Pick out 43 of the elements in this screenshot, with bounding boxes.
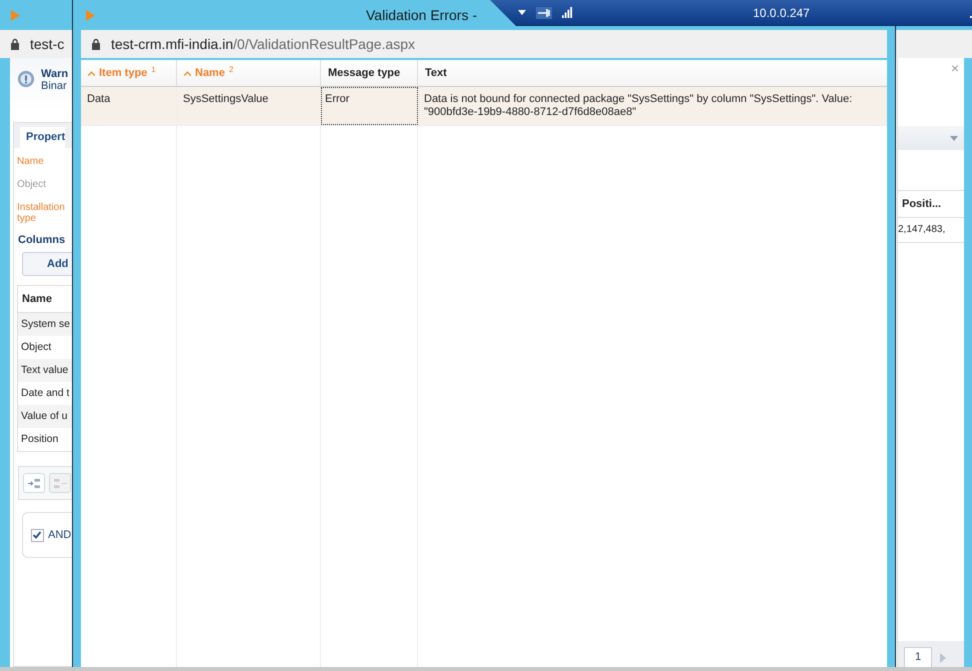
host-address: 10.0.0.247 bbox=[753, 6, 810, 20]
properties-tab[interactable]: Propert bbox=[20, 127, 66, 148]
play-icon bbox=[85, 8, 96, 22]
outdent-icon[interactable] bbox=[49, 473, 71, 493]
section-title: Columns bbox=[17, 233, 66, 246]
dropdown-icon[interactable] bbox=[950, 135, 958, 141]
table-cell-text: Data is not bound for connected package "SysSettings" by column "SysSettings". Value: "900bfd3e-19b9-4880-8712-d7f6d8e08ae8" bbox=[423, 92, 854, 120]
grid-cell-text: Object bbox=[20, 340, 52, 355]
indent-icon[interactable] bbox=[23, 473, 45, 493]
add-button[interactable]: Add bbox=[22, 252, 72, 276]
play-icon bbox=[10, 8, 21, 22]
checkbox-label: AND bbox=[48, 529, 72, 541]
next-page-icon[interactable] bbox=[940, 653, 946, 663]
pin-icon[interactable] bbox=[536, 6, 552, 18]
column-header[interactable]: Text bbox=[418, 60, 887, 86]
grid-cell: Value of u bbox=[18, 405, 72, 428]
grid-cell-text: Date and t bbox=[20, 386, 70, 401]
field-label: Name bbox=[16, 155, 45, 169]
field-label: Object bbox=[16, 178, 47, 192]
page-number-field[interactable]: 1 bbox=[904, 647, 932, 667]
grid-cell: System se bbox=[18, 313, 72, 336]
table-cell: SysSettingsValue bbox=[177, 87, 321, 125]
table-row[interactable]: Data SysSettingsValue Error Data is not bound for connected package "SysSettings" by column "SysSettings". Value: "900bfd3e-19b9-4880-8712-d7f6d8e08ae8" bbox=[81, 87, 887, 126]
grid-cell-text: 2,147,483, bbox=[898, 223, 946, 237]
checkbox[interactable] bbox=[31, 528, 44, 542]
address-bar[interactable]: test-crm.mfi-india.in/0/ValidationResultPage.aspx bbox=[81, 30, 887, 58]
window-title: Validation Errors - bbox=[366, 7, 478, 23]
lock-icon bbox=[10, 38, 20, 50]
notice-title: Warn bbox=[41, 68, 68, 80]
grid-cell-text: Position bbox=[20, 432, 60, 447]
info-icon bbox=[17, 70, 35, 88]
caret-icon[interactable] bbox=[518, 10, 526, 15]
lock-icon bbox=[91, 38, 101, 50]
sort-caret-icon bbox=[184, 70, 191, 76]
column-header: Positi... bbox=[898, 191, 964, 218]
grid-cell: Text value bbox=[18, 359, 72, 382]
field-label: Installation type bbox=[16, 201, 66, 226]
sort-caret-icon bbox=[88, 70, 95, 76]
table-cell: Error bbox=[321, 87, 418, 125]
column-header[interactable]: Message type bbox=[321, 60, 418, 86]
notice-subtitle: Binar bbox=[41, 80, 68, 92]
signal-icon bbox=[562, 7, 573, 18]
table-cell: Data bbox=[81, 87, 177, 125]
